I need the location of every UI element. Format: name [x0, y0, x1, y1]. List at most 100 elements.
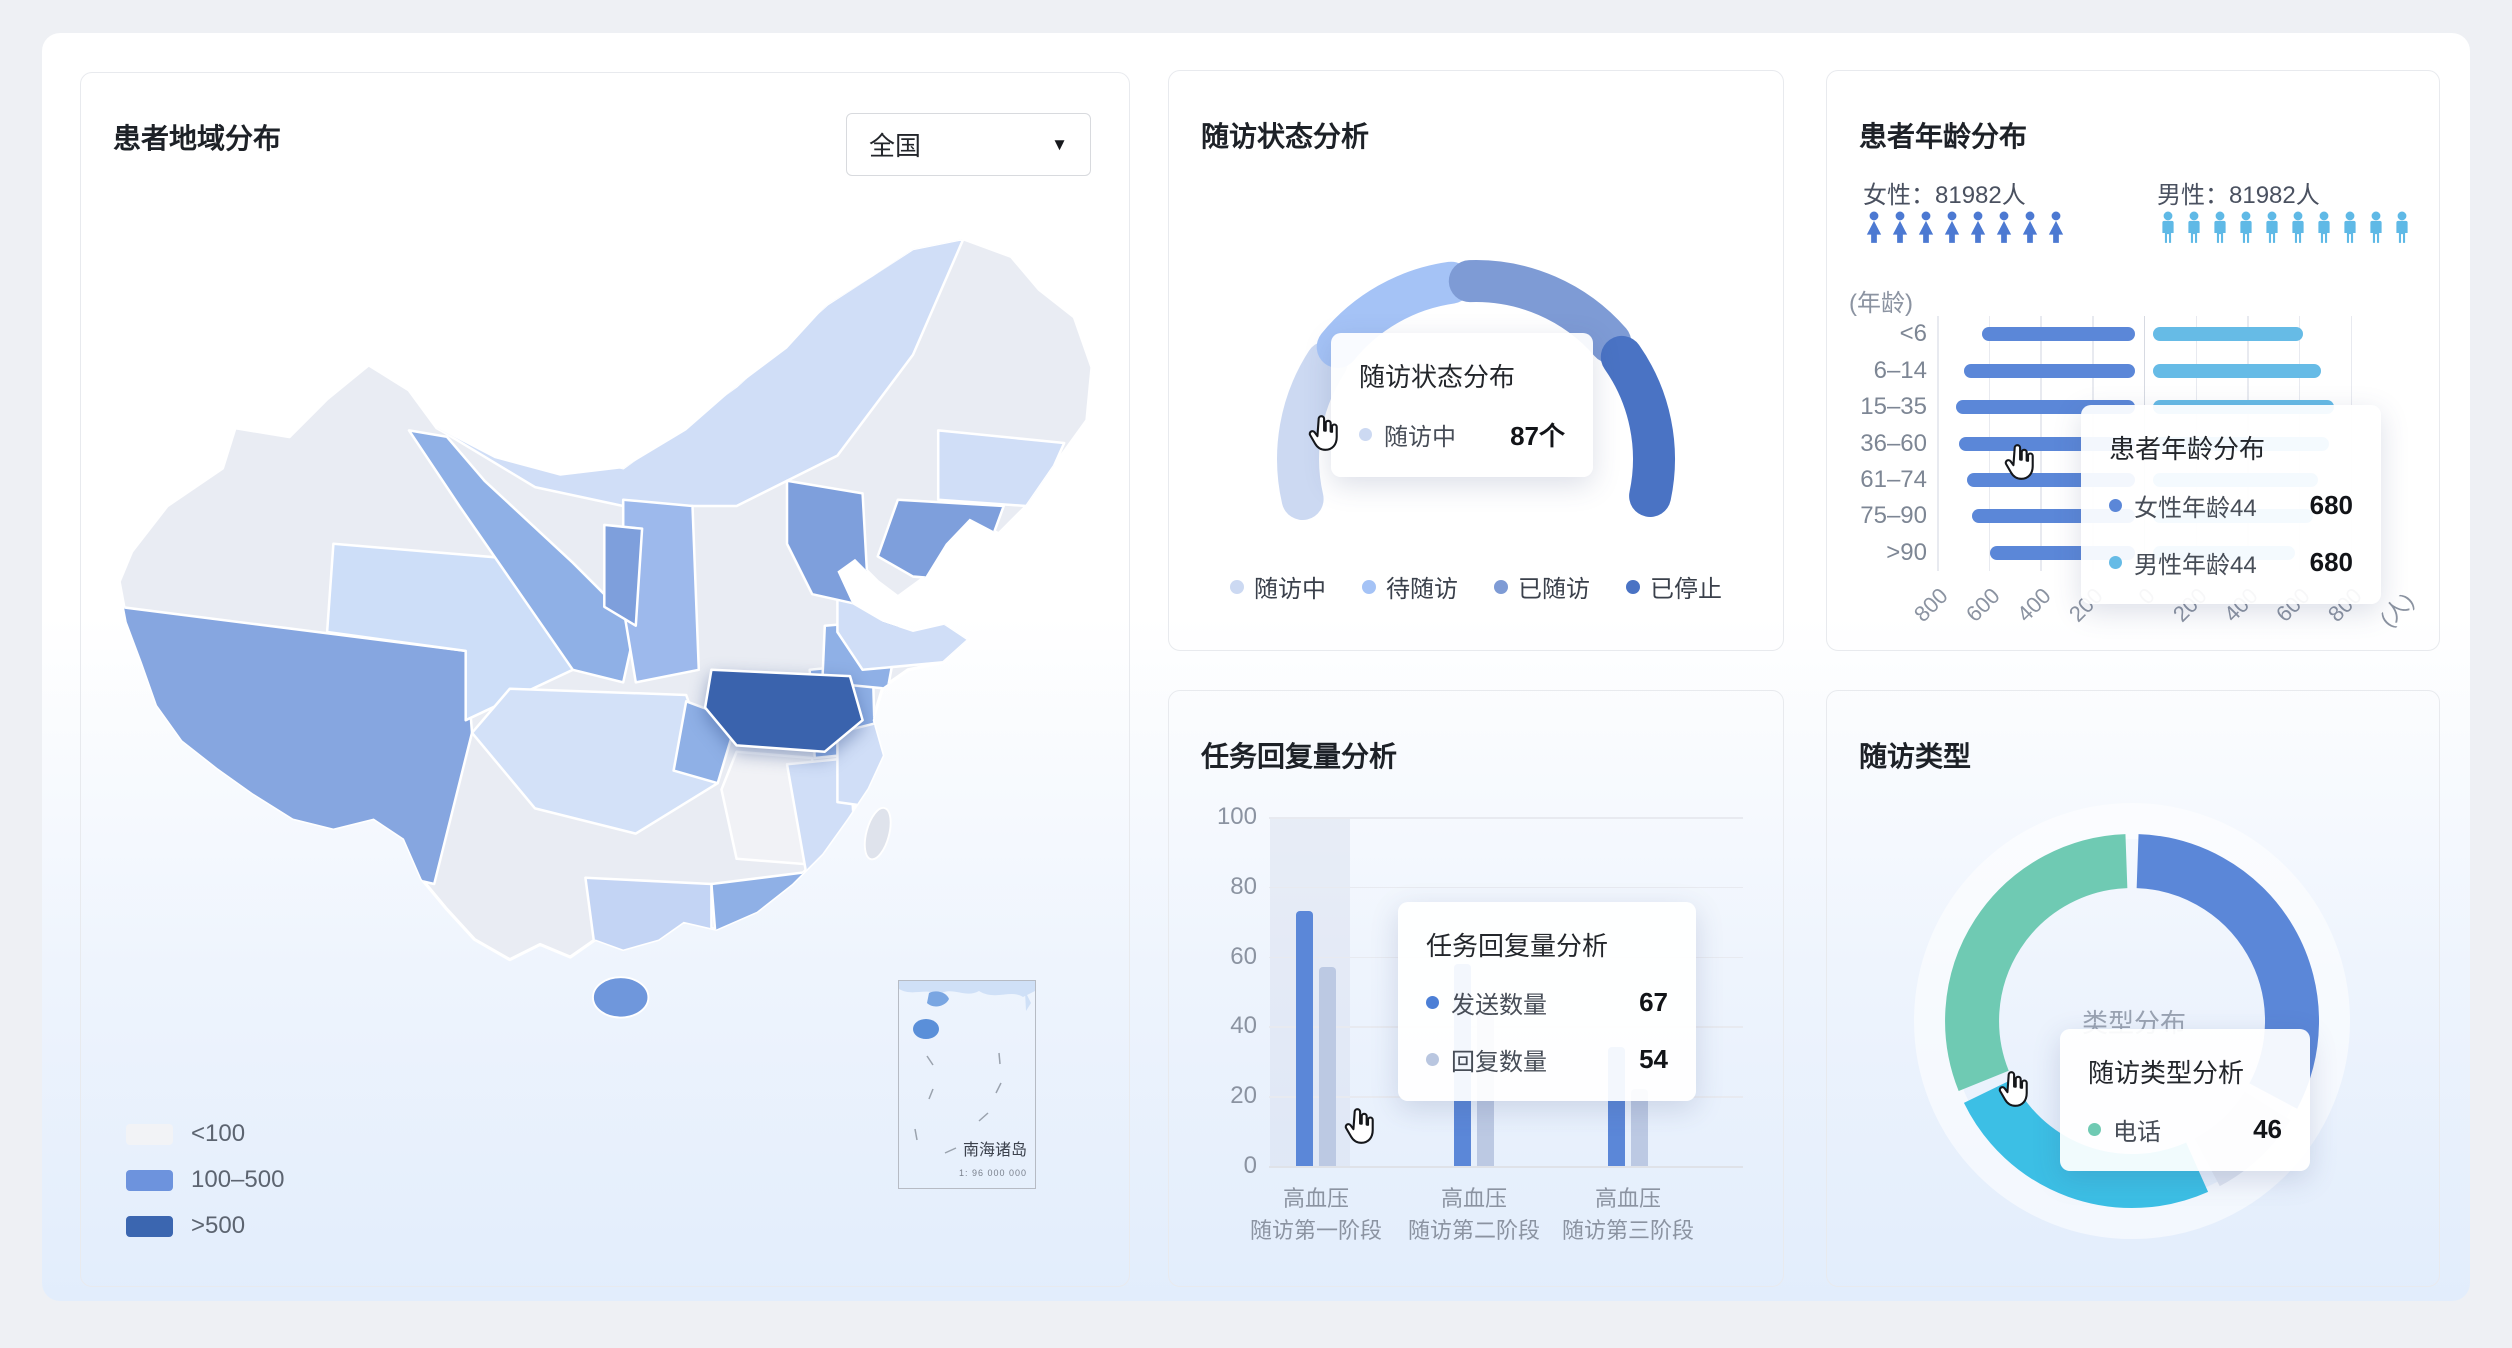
- legend-label: 已停止: [1650, 569, 1722, 604]
- tooltip-row: 随访中87个: [1359, 416, 1565, 453]
- legend-label: 已随访: [1518, 569, 1590, 604]
- series-dot-icon: [1426, 996, 1439, 1009]
- x-tick-label: 400: [1999, 583, 2057, 641]
- series-dot-icon: [1426, 1053, 1439, 1066]
- female-bar[interactable]: [1982, 327, 2135, 341]
- gridline: [1269, 887, 1743, 889]
- sent-bar[interactable]: [1296, 911, 1313, 1166]
- tooltip-label: 随访中: [1384, 417, 1456, 452]
- series-dot-icon: [2109, 556, 2122, 569]
- dashboard-container: 患者地域分布 全国 ▼: [42, 33, 2470, 1301]
- age-category-label: 15–35: [1835, 393, 1927, 421]
- gauge-segment[interactable]: [1298, 362, 1327, 499]
- tooltip-label: 女性年龄44: [2134, 488, 2257, 523]
- legend-swatch-icon: [126, 1216, 173, 1237]
- map-legend-item: 100–500: [126, 1165, 284, 1195]
- legend-label: >500: [191, 1212, 245, 1240]
- tooltip-value: 67: [1593, 987, 1668, 1018]
- map-legend-item: <100: [126, 1119, 284, 1149]
- legend-label: 待随访: [1386, 569, 1458, 604]
- female-bar[interactable]: [1964, 364, 2135, 378]
- legend-dot-icon: [1362, 580, 1376, 594]
- south-china-sea-inset: 南海诸岛 1: 96 000 000: [898, 980, 1036, 1189]
- china-map[interactable]: [91, 208, 1119, 1088]
- age-category-label: >90: [1835, 539, 1927, 567]
- legend-swatch-icon: [126, 1124, 173, 1145]
- gridline: [1937, 316, 1939, 571]
- province: [585, 878, 711, 954]
- tooltip-label: 回复数量: [1451, 1042, 1547, 1077]
- y-tick-label: 100: [1197, 803, 1257, 831]
- tooltip-label: 电话: [2113, 1112, 2161, 1147]
- x-tick-label: 800: [1895, 583, 1953, 641]
- panel-title-region: 患者地域分布: [113, 117, 281, 157]
- panel-follow-status: 随访状态分析 随访中待随访已随访已停止 随访状态分布 随访中87个: [1168, 70, 1784, 651]
- task-reply-tooltip: 任务回复量分析 发送数量67回复数量54: [1398, 902, 1696, 1101]
- panel-follow-type: 随访类型 类型分布 随访类型分析 电话46: [1826, 690, 2440, 1287]
- gauge-segment[interactable]: [1622, 357, 1654, 496]
- age-category-label: 36–60: [1835, 430, 1927, 458]
- x-tick-label: 600: [1947, 583, 2005, 641]
- follow-status-tooltip: 随访状态分布 随访中87个: [1331, 333, 1593, 477]
- series-dot-icon: [2109, 499, 2122, 512]
- tooltip-value: 680: [2264, 490, 2353, 521]
- tooltip-value: 46: [2207, 1114, 2282, 1145]
- legend-item[interactable]: 已停止: [1626, 569, 1722, 604]
- tooltip-value: 87个: [1464, 416, 1565, 453]
- region-select-value: 全国: [869, 126, 921, 163]
- y-tick-label: 40: [1197, 1012, 1257, 1040]
- age-category-label: 61–74: [1835, 466, 1927, 494]
- legend-item[interactable]: 待随访: [1362, 569, 1458, 604]
- follow-status-legend: 随访中 待随访 已随访 已停止: [1169, 569, 1783, 604]
- age-category-label: 6–14: [1835, 357, 1927, 385]
- male-bar[interactable]: [2153, 327, 2303, 341]
- age-category-label: <6: [1835, 320, 1927, 348]
- series-dot-icon: [1359, 428, 1372, 441]
- legend-label: 100–500: [191, 1166, 284, 1194]
- hainan-island: [593, 977, 648, 1017]
- inset-scale: 1: 96 000 000: [959, 1168, 1027, 1178]
- follow-type-donut[interactable]: [1827, 691, 2439, 1286]
- legend-label: 随访中: [1254, 569, 1326, 604]
- y-tick-label: 0: [1197, 1152, 1257, 1180]
- tooltip-row: 电话 46: [2088, 1112, 2282, 1147]
- legend-item[interactable]: 随访中: [1230, 569, 1326, 604]
- legend-dot-icon: [1230, 580, 1244, 594]
- tooltip-label: 男性年龄44: [2134, 545, 2257, 580]
- series-dot-icon: [2088, 1123, 2101, 1136]
- panel-age-distribution: 患者年龄分布 女性：81982人 男性：81982人 (年龄) <66–1415…: [1826, 70, 2440, 651]
- province: [107, 607, 472, 884]
- gridline: [1269, 817, 1743, 819]
- tooltip-row: 女性年龄44680: [2109, 488, 2353, 523]
- age-category-label: 75–90: [1835, 502, 1927, 530]
- y-tick-label: 80: [1197, 873, 1257, 901]
- tooltip-value: 680: [2264, 547, 2353, 578]
- chevron-down-icon: ▼: [1051, 135, 1068, 155]
- tooltip-label: 发送数量: [1451, 985, 1547, 1020]
- legend-dot-icon: [1494, 580, 1508, 594]
- inset-label: 南海诸岛: [963, 1136, 1027, 1160]
- map-legend: <100 100–500 >500: [126, 1119, 284, 1257]
- legend-dot-icon: [1626, 580, 1640, 594]
- taiwan-island: [860, 805, 896, 862]
- province: [938, 430, 1064, 506]
- age-tooltip: 患者年龄分布 女性年龄44680男性年龄44680: [2081, 405, 2381, 604]
- male-bar[interactable]: [2153, 364, 2321, 378]
- map-legend-item: >500: [126, 1211, 284, 1241]
- reply-bar[interactable]: [1319, 967, 1336, 1166]
- axis-baseline: [1269, 1166, 1743, 1168]
- follow-type-tooltip: 随访类型分析 电话46: [2060, 1029, 2310, 1171]
- tooltip-row: 男性年龄44680: [2109, 545, 2353, 580]
- y-tick-label: 60: [1197, 943, 1257, 971]
- panel-task-reply: 任务回复量分析 020406080100高血压随访第一阶段高血压随访第二阶段高血…: [1168, 690, 1784, 1287]
- tooltip-value: 54: [1593, 1044, 1668, 1075]
- tooltip-row: 回复数量 54: [1426, 1042, 1668, 1077]
- panel-region-distribution: 患者地域分布 全国 ▼: [80, 72, 1130, 1287]
- legend-item[interactable]: 已随访: [1494, 569, 1590, 604]
- province: [604, 525, 642, 626]
- tooltip-row: 发送数量 67: [1426, 985, 1668, 1020]
- category-label: 高血压随访第三阶段: [1518, 1183, 1738, 1247]
- region-select[interactable]: 全国 ▼: [846, 113, 1091, 176]
- y-tick-label: 20: [1197, 1082, 1257, 1110]
- legend-label: <100: [191, 1120, 245, 1148]
